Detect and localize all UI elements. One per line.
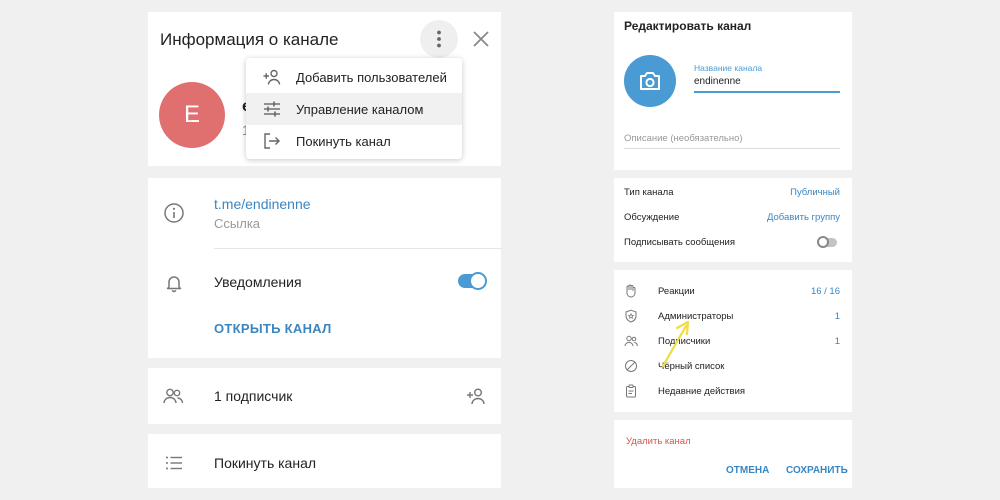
input-underline	[694, 91, 840, 93]
reactions-label[interactable]: Реакции	[658, 286, 695, 297]
open-channel-button[interactable]: ОТКРЫТЬ КАНАЛ	[214, 321, 332, 336]
bell-icon	[163, 272, 185, 294]
save-button[interactable]: СОХРАНИТЬ	[786, 465, 848, 476]
annotation-arrow-icon	[661, 320, 690, 368]
avatar: E	[159, 82, 225, 148]
input-underline	[624, 148, 840, 149]
more-vertical-icon	[437, 30, 441, 48]
exit-icon	[264, 133, 280, 149]
reactions-icon	[624, 284, 638, 298]
channel-type-value[interactable]: Публичный	[790, 187, 840, 198]
clipboard-icon	[624, 384, 638, 398]
add-user-icon	[467, 388, 485, 405]
more-options-button[interactable]	[420, 20, 458, 58]
menu-item-manage-channel[interactable]: Управление каналом	[246, 93, 462, 125]
section-divider	[614, 170, 852, 178]
channel-link[interactable]: t.me/endinenne	[214, 196, 311, 212]
section-divider	[614, 262, 852, 270]
link-caption: Ссылка	[214, 216, 261, 231]
list-icon	[163, 452, 185, 474]
sliders-icon	[264, 101, 280, 117]
menu-item-label: Управление каналом	[296, 101, 424, 117]
toggle-knob	[469, 272, 487, 290]
channel-name-input[interactable]: endinenne	[694, 76, 741, 87]
page-title: Информация о канале	[160, 30, 339, 49]
toggle-knob	[817, 236, 829, 248]
discussion-label: Обсуждение	[624, 212, 680, 223]
notifications-label: Уведомления	[214, 274, 302, 290]
administrators-count: 1	[834, 311, 840, 322]
add-user-icon	[263, 69, 281, 85]
section-divider	[614, 412, 852, 420]
recent-actions-label[interactable]: Недавние действия	[658, 386, 745, 397]
add-group-link[interactable]: Добавить группу	[767, 212, 840, 223]
description-input[interactable]: Описание (необязательно)	[624, 133, 743, 144]
subscribers-count[interactable]: 1 подписчик	[214, 388, 292, 404]
notifications-toggle[interactable]	[458, 272, 487, 290]
reactions-value: 16 / 16	[810, 286, 840, 297]
info-icon	[163, 202, 185, 224]
subscribers-icon	[162, 385, 184, 407]
blocked-icon	[624, 359, 638, 373]
section-divider	[148, 424, 501, 434]
set-photo-button[interactable]	[624, 55, 676, 107]
sign-messages-label: Подписывать сообщения	[624, 237, 735, 248]
menu-item-leave-channel[interactable]: Покинуть канал	[246, 125, 462, 157]
close-icon	[473, 31, 489, 47]
admin-shield-icon	[624, 309, 638, 323]
delete-channel-button[interactable]: Удалить канал	[626, 436, 691, 447]
add-subscriber-button[interactable]	[465, 385, 487, 407]
camera-icon	[640, 72, 660, 90]
close-button[interactable]	[470, 28, 492, 50]
leave-channel-item[interactable]: Покинуть канал	[214, 455, 316, 471]
section-divider	[148, 358, 501, 368]
cancel-button[interactable]: ОТМЕНА	[726, 465, 769, 476]
channel-options-menu: Добавить пользователей Управление канало…	[246, 58, 462, 159]
section-divider	[148, 166, 501, 178]
menu-item-label: Покинуть канал	[296, 133, 391, 149]
subscribers-icon	[624, 334, 638, 348]
channel-type-label: Тип канала	[624, 187, 674, 198]
sign-messages-toggle[interactable]	[817, 236, 837, 248]
divider	[214, 248, 501, 249]
subscribers-count: 1	[834, 336, 840, 347]
menu-item-label: Добавить пользователей	[296, 69, 447, 85]
edit-panel-title: Редактировать канал	[624, 19, 752, 33]
menu-item-add-users[interactable]: Добавить пользователей	[246, 61, 462, 93]
edit-channel-panel: Редактировать канал Название канала endi…	[614, 12, 852, 488]
channel-name-label: Название канала	[694, 63, 763, 73]
avatar-letter: E	[183, 101, 200, 128]
